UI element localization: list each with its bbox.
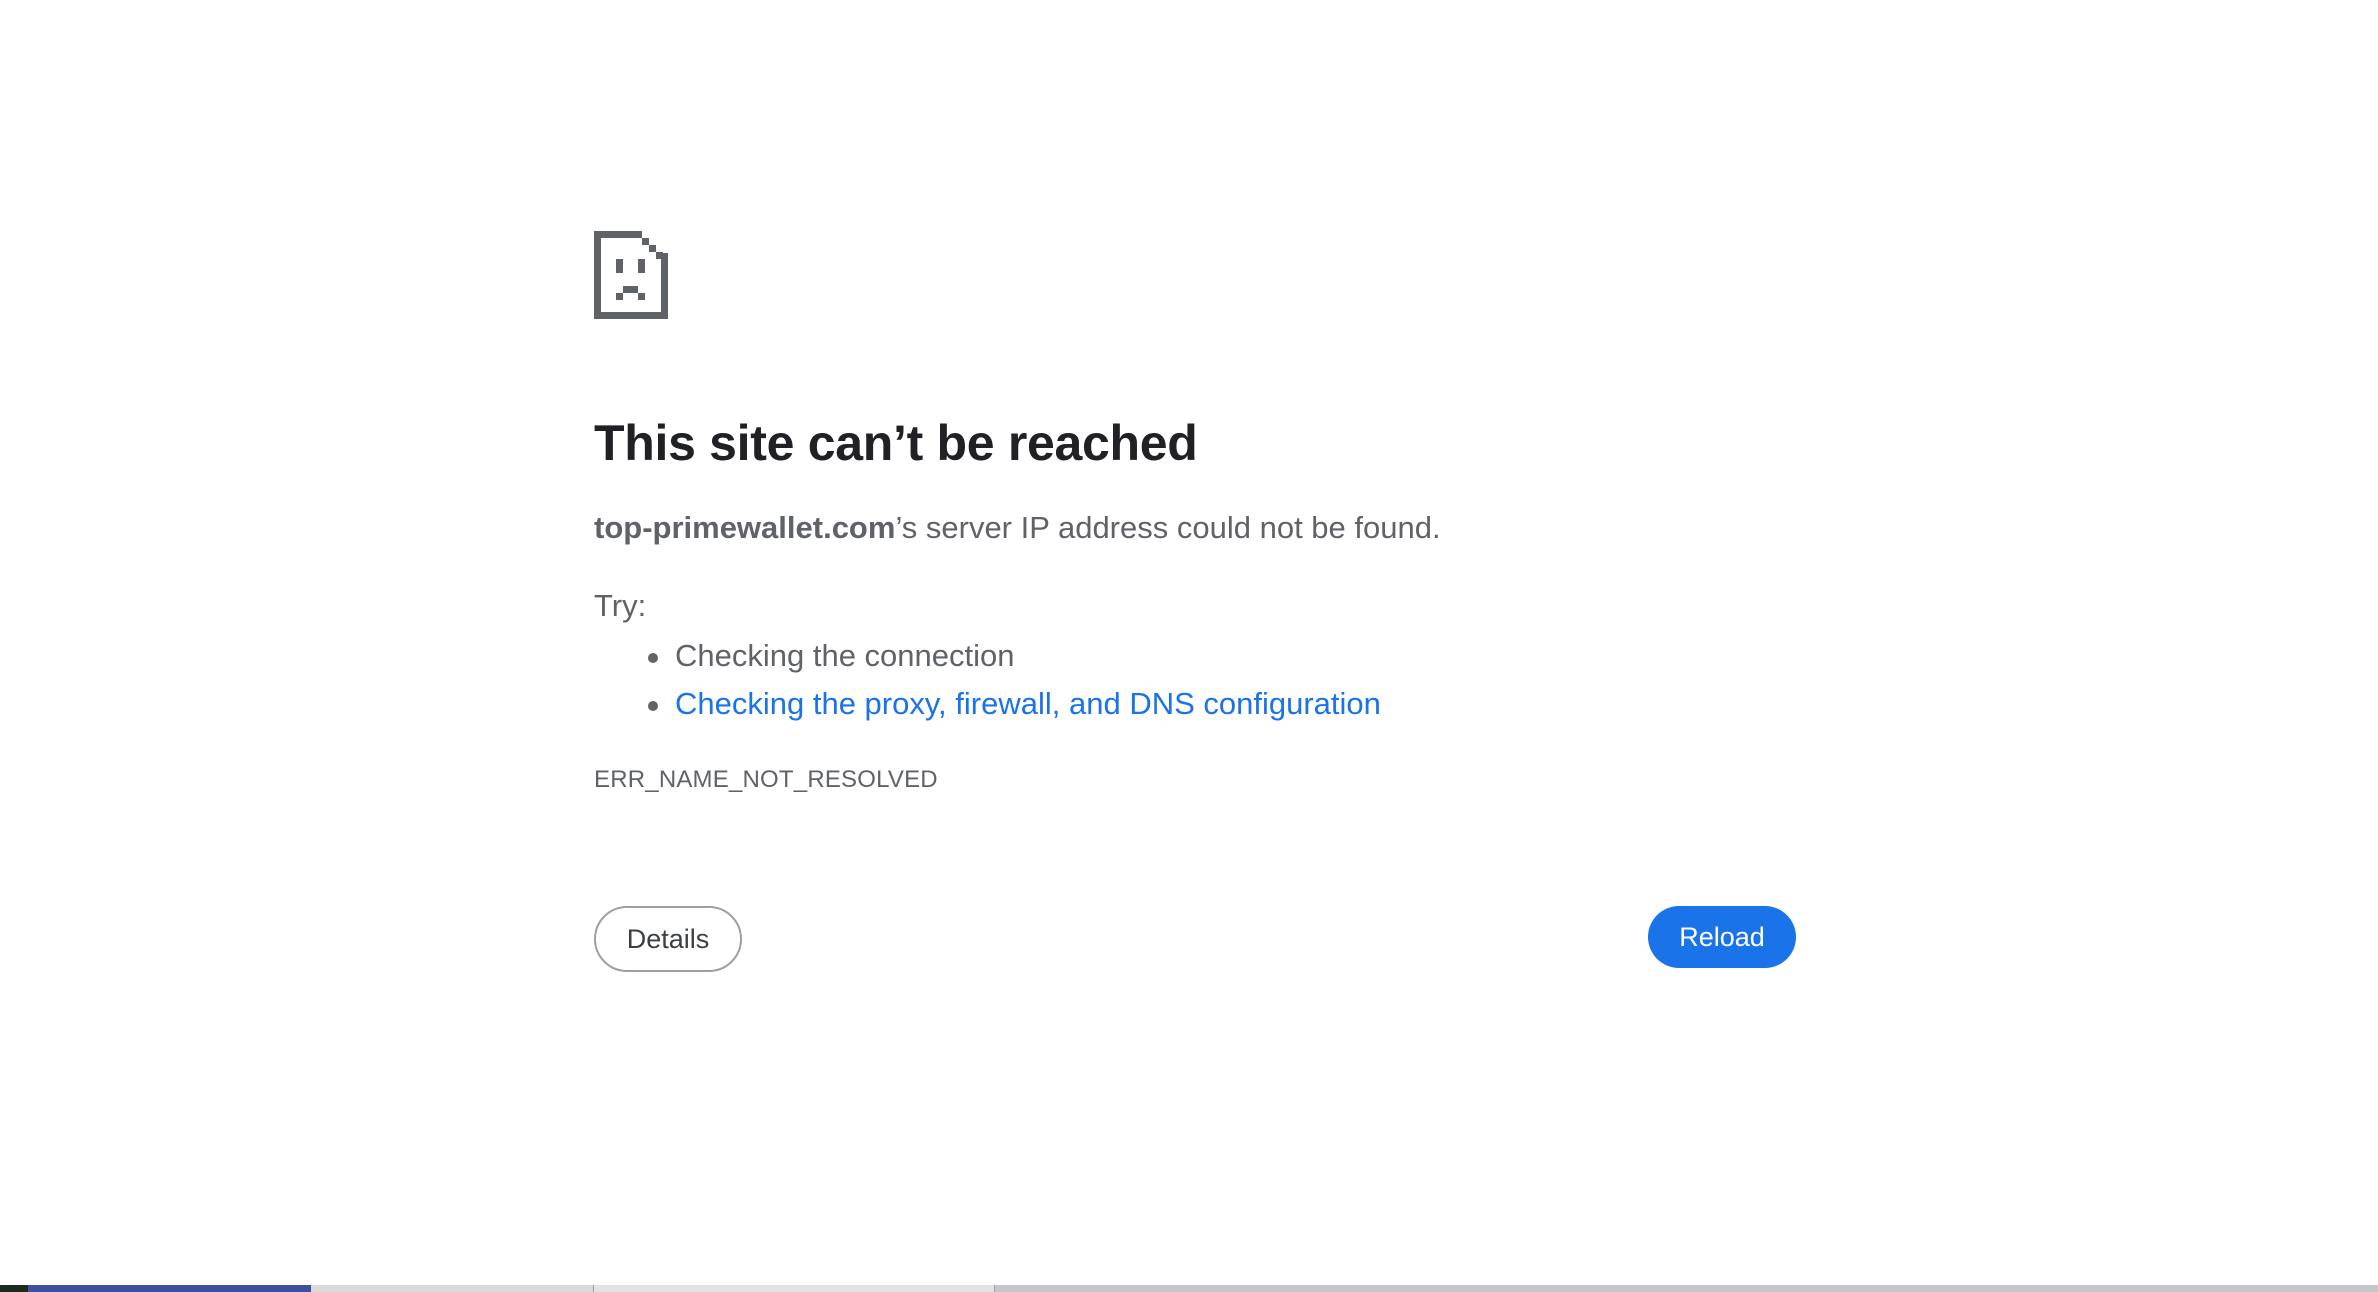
- error-page: This site can’t be reached top-primewall…: [0, 0, 2378, 1285]
- proxy-firewall-dns-link[interactable]: Checking the proxy, firewall, and DNS co…: [675, 686, 1381, 721]
- suggestion-check-proxy: Checking the proxy, firewall, and DNS co…: [648, 680, 1381, 728]
- error-summary: top-primewallet.com’s server IP address …: [594, 506, 1441, 550]
- try-label: Try:: [594, 588, 647, 623]
- reload-button[interactable]: Reload: [1648, 906, 1796, 968]
- host-name: top-primewallet.com: [594, 510, 896, 545]
- details-button[interactable]: Details: [594, 906, 742, 972]
- suggestion-list: Checking the connection Checking the pro…: [594, 632, 1381, 728]
- error-code: ERR_NAME_NOT_RESOLVED: [594, 766, 938, 793]
- taskbar-item[interactable]: [311, 1285, 594, 1292]
- error-message: ’s server IP address could not be found.: [895, 510, 1441, 545]
- suggestion-check-connection: Checking the connection: [648, 632, 1381, 680]
- taskbar-item[interactable]: [594, 1285, 995, 1292]
- page-title: This site can’t be reached: [594, 415, 1198, 471]
- taskbar-segment: [0, 1285, 28, 1292]
- taskbar: [0, 1285, 2378, 1292]
- sad-document-icon: [594, 231, 668, 319]
- taskbar-active-item[interactable]: [28, 1285, 311, 1292]
